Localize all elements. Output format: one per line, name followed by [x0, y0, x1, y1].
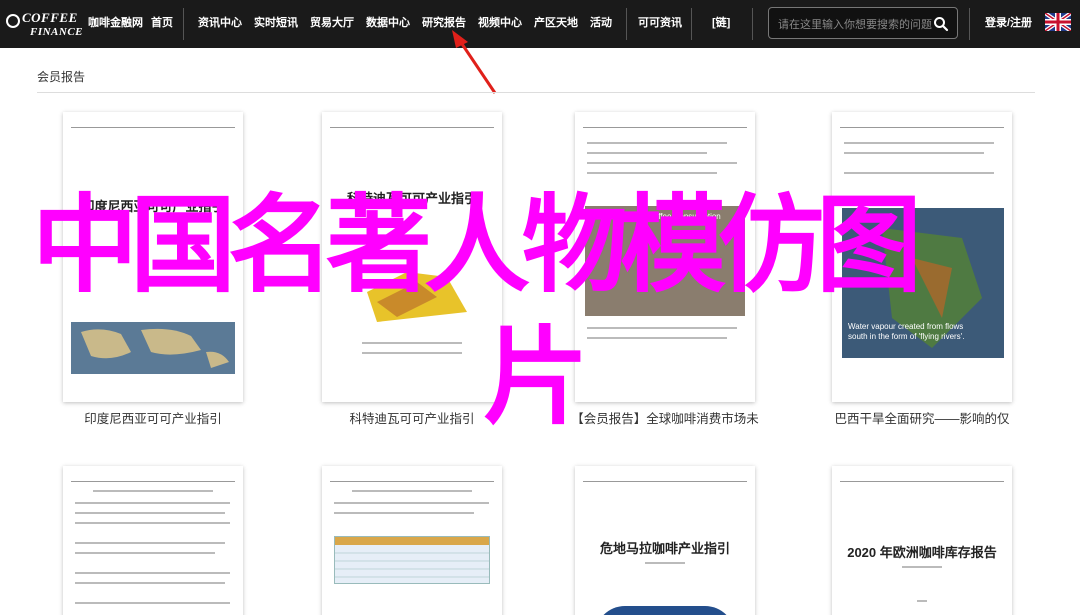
- text-line: [844, 172, 994, 174]
- report-card[interactable]: 科特迪瓦可可产业指引 科特迪瓦可可产业指引: [312, 112, 512, 432]
- report-title[interactable]: 巴西干旱全面研究——影响的仅: [822, 408, 1022, 427]
- nav-divider: [752, 8, 753, 40]
- map-caption-line1: Water vapour created from flows: [848, 322, 964, 331]
- nav-divider: [969, 8, 970, 40]
- doc-header: [840, 122, 1004, 128]
- text-line: [645, 562, 685, 564]
- consumption-chart-image: World Coffee Consumption: [585, 206, 745, 316]
- report-thumbnail: 危地马拉咖啡产业指引: [575, 466, 755, 615]
- nav-item-news[interactable]: 资讯中心: [198, 0, 242, 48]
- coffee-bean-icon: [6, 14, 20, 28]
- text-line: [75, 542, 225, 544]
- text-line: [75, 502, 230, 504]
- nav-item-events[interactable]: 活动: [590, 0, 612, 48]
- text-line: [844, 142, 994, 144]
- report-card[interactable]: Water vapour created from flows south in…: [822, 112, 1022, 432]
- doc-title: 危地马拉咖啡产业指引: [599, 541, 730, 556]
- text-line: [334, 502, 489, 504]
- report-title[interactable]: 科特迪瓦可可产业指引: [312, 408, 512, 427]
- map-caption-line2: south in the form of 'flying rivers'.: [848, 332, 965, 341]
- text-line: [352, 490, 472, 492]
- doc-header: [71, 122, 235, 128]
- text-line: [844, 152, 984, 154]
- report-card[interactable]: World Coffee Consumption 【会员报告】全球咖啡消费市场未: [565, 112, 765, 432]
- report-thumbnail: 2020 年欧洲咖啡库存报告: [832, 466, 1012, 615]
- nav-item-chain[interactable]: [链]: [712, 0, 730, 48]
- world-map-image: [71, 322, 235, 374]
- text-line: [587, 162, 737, 164]
- report-title[interactable]: 印度尼西亚可可产业指引: [53, 408, 253, 427]
- text-line: [917, 600, 927, 602]
- doc-header: [840, 476, 1004, 482]
- report-card[interactable]: 印度尼西亚可可产业指引 印度尼西亚可可产业指引: [53, 112, 253, 432]
- text-line: [587, 152, 707, 154]
- red-pointer-arrow: [452, 30, 497, 94]
- nav-item-data[interactable]: 数据中心: [366, 0, 410, 48]
- nav-item-trade[interactable]: 贸易大厅: [310, 0, 354, 48]
- nav-item-cocoa[interactable]: 可可资讯: [638, 0, 682, 48]
- logo[interactable]: COFFEE FINANCE: [0, 4, 84, 44]
- doc-header: [583, 122, 747, 128]
- search-input[interactable]: 请在这里输入你想要搜索的问题: [768, 7, 958, 39]
- report-card[interactable]: [53, 466, 253, 615]
- nav-divider: [626, 8, 627, 40]
- doc-title: 印度尼西亚可可产业指引: [81, 199, 225, 214]
- text-line: [587, 142, 727, 144]
- top-nav: COFFEE FINANCE 咖啡金融网 首页 资讯中心 实时短讯 贸易大厅 数…: [0, 0, 1080, 48]
- text-line: [587, 337, 727, 339]
- report-thumbnail: [322, 466, 502, 615]
- nav-divider: [691, 8, 692, 40]
- text-line: [75, 512, 225, 514]
- report-thumbnail: Water vapour created from flows south in…: [832, 112, 1012, 402]
- text-line: [75, 572, 230, 574]
- nav-item-origin[interactable]: 产区天地: [534, 0, 578, 48]
- cover-image: [595, 606, 735, 615]
- doc-title: 科特迪瓦可可产业指引: [346, 191, 477, 206]
- report-card[interactable]: 2020 年欧洲咖啡库存报告: [822, 466, 1022, 615]
- nav-item-site[interactable]: 咖啡金融网: [88, 0, 143, 48]
- text-line: [587, 172, 717, 174]
- search-placeholder: 请在这里输入你想要搜索的问题: [778, 19, 932, 31]
- doc-title: 2020 年欧洲咖啡库存报告: [847, 545, 997, 560]
- nav-item-home[interactable]: 首页: [151, 0, 173, 48]
- chart-caption: World Coffee Consumption: [625, 212, 721, 221]
- logo-text-line2: FINANCE: [30, 26, 84, 38]
- report-thumbnail: 印度尼西亚可可产业指引: [63, 112, 243, 402]
- report-card[interactable]: 危地马拉咖啡产业指引: [565, 466, 765, 615]
- doc-header: [330, 476, 494, 482]
- search-icon[interactable]: [933, 16, 949, 32]
- data-table-image: [334, 536, 490, 584]
- doc-header: [583, 476, 747, 482]
- text-line: [587, 327, 737, 329]
- nav-divider: [183, 8, 184, 40]
- section-title: 会员报告: [37, 70, 86, 84]
- text-line: [75, 522, 230, 524]
- country-map-image: [347, 232, 477, 332]
- nav-item-flash[interactable]: 实时短讯: [254, 0, 298, 48]
- login-register-link[interactable]: 登录/注册: [985, 0, 1032, 48]
- flying-rivers-map-image: Water vapour created from flows south in…: [842, 208, 1004, 358]
- uk-flag-icon[interactable]: [1045, 13, 1071, 31]
- report-title[interactable]: 【会员报告】全球咖啡消费市场未: [565, 408, 765, 427]
- text-line: [362, 352, 462, 354]
- report-thumbnail: [63, 466, 243, 615]
- text-line: [75, 552, 215, 554]
- report-card[interactable]: [312, 466, 512, 615]
- text-line: [93, 490, 213, 492]
- text-line: [362, 342, 462, 344]
- text-line: [75, 582, 225, 584]
- text-line: [902, 566, 942, 568]
- text-line: [334, 512, 474, 514]
- report-thumbnail: 科特迪瓦可可产业指引: [322, 112, 502, 402]
- doc-header: [330, 122, 494, 128]
- section-divider: [37, 92, 1035, 93]
- report-thumbnail: World Coffee Consumption: [575, 112, 755, 402]
- text-line: [75, 602, 230, 604]
- doc-header: [71, 476, 235, 482]
- logo-text-line1: COFFEE: [22, 10, 78, 25]
